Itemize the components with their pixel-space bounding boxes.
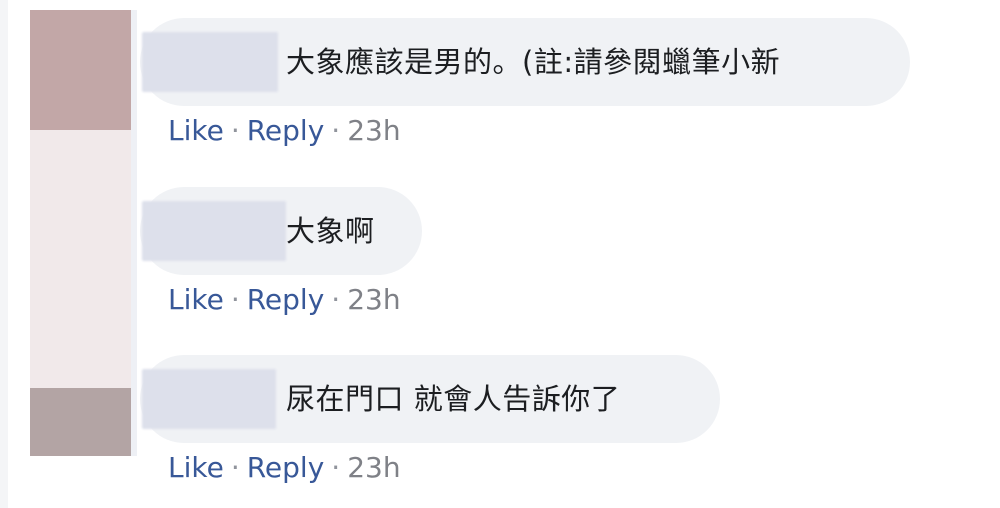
page-left-edge [0,0,8,508]
timestamp[interactable]: 23h [347,114,400,147]
timestamp[interactable]: 23h [347,283,400,316]
comment-actions: Like · Reply · 23h [168,114,401,148]
separator: · [331,114,341,147]
reply-button[interactable]: Reply [247,283,325,316]
comment-actions: Like · Reply · 23h [168,283,401,317]
comment-thread: 大象應該是男的。(註:請參閱蠟筆小新 Like · Reply · 23h 大象啊 Li… [0,0,1000,508]
avatar[interactable] [30,10,131,130]
reply-button[interactable]: Reply [247,114,325,147]
separator: · [230,283,240,316]
avatar-column [30,10,131,456]
like-button[interactable]: Like [168,283,224,316]
comment-2: 大象啊 [140,187,422,275]
reply-button[interactable]: Reply [247,451,325,484]
comment-bubble[interactable]: 大象應該是男的。(註:請參閱蠟筆小新 [140,18,910,106]
separator: · [230,451,240,484]
blurred-author-name[interactable] [142,32,278,92]
avatar[interactable] [30,388,131,456]
like-button[interactable]: Like [168,451,224,484]
avatar-divider [131,10,137,456]
comment-text: 大象應該是男的。(註:請參閱蠟筆小新 [286,45,781,79]
separator: · [331,451,341,484]
comment-bubble[interactable]: 大象啊 [140,187,422,275]
comment-3: 尿在門口 就會人告訴你了 [140,355,720,443]
comment-text: 尿在門口 就會人告訴你了 [286,382,621,416]
timestamp[interactable]: 23h [347,451,400,484]
blurred-author-name[interactable] [142,201,286,261]
comment-bubble[interactable]: 尿在門口 就會人告訴你了 [140,355,720,443]
comment-text: 大象啊 [286,214,375,248]
comment-actions: Like · Reply · 23h [168,451,401,485]
avatar-placeholder [30,130,131,388]
blurred-author-name[interactable] [142,369,276,429]
separator: · [331,283,341,316]
comment-1: 大象應該是男的。(註:請參閱蠟筆小新 [140,18,910,106]
like-button[interactable]: Like [168,114,224,147]
separator: · [230,114,240,147]
